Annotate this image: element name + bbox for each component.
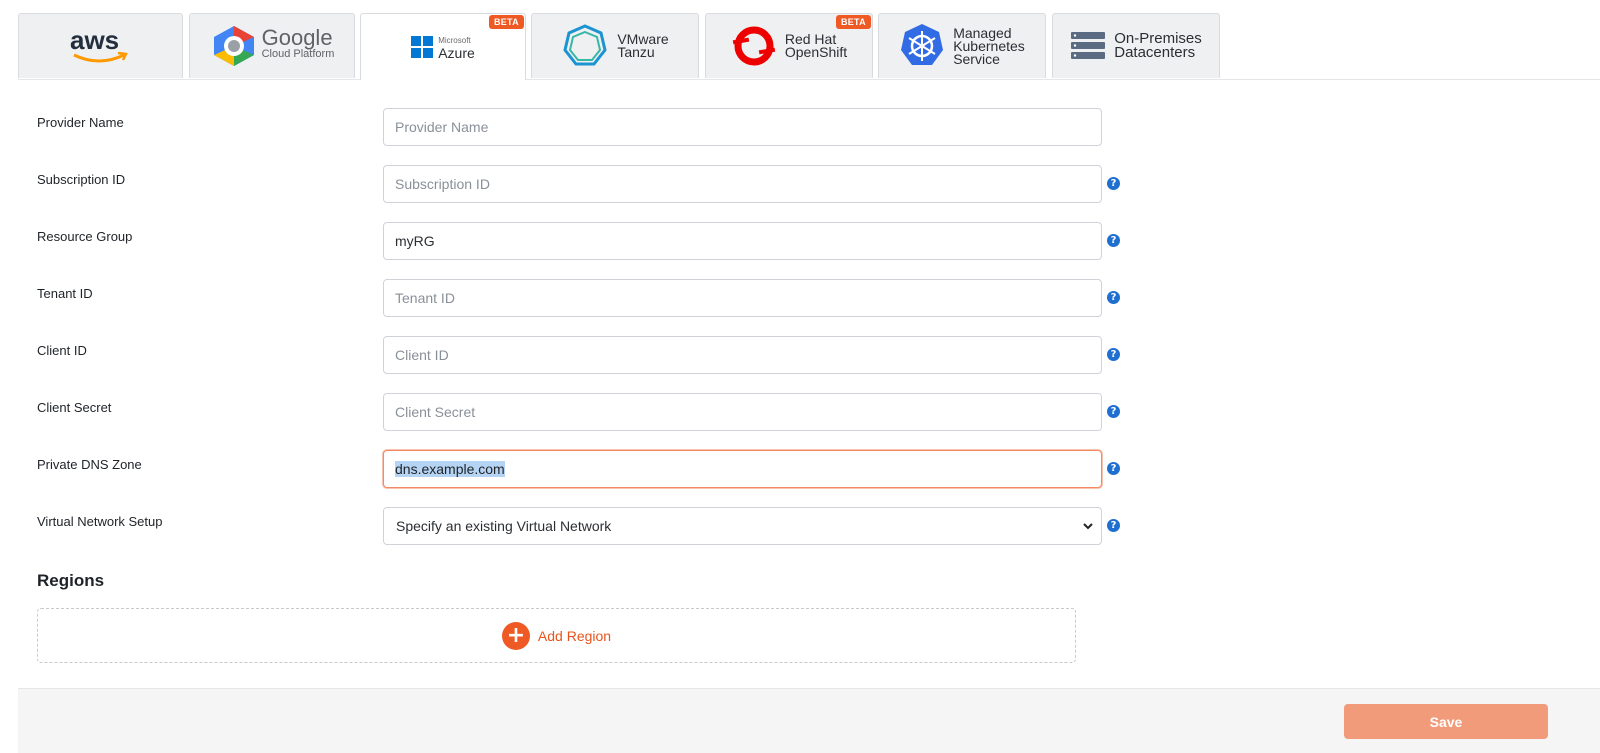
server-rack-icon: [1071, 32, 1106, 59]
help-icon[interactable]: ?: [1107, 234, 1120, 247]
virtual-network-setup-label: Virtual Network Setup: [37, 514, 163, 529]
onprem-label-2: Datacenters: [1114, 44, 1196, 61]
subscription-id-label: Subscription ID: [37, 172, 126, 187]
form-footer: Save: [18, 688, 1600, 753]
help-icon[interactable]: ?: [1107, 177, 1120, 190]
add-region-button[interactable]: + Add Region: [37, 608, 1076, 663]
row-private-dns-zone: Private DNS Zone dns.example.com ?: [37, 450, 1120, 490]
client-id-input[interactable]: [383, 336, 1102, 374]
tanzu-label-2: Tanzu: [617, 44, 655, 60]
tanzu-icon: [563, 24, 607, 66]
regions-heading: Regions: [37, 571, 105, 590]
private-dns-zone-label: Private DNS Zone: [37, 457, 142, 472]
tab-gcp[interactable]: Google Cloud Platform: [189, 13, 355, 78]
microsoft-logo-icon: [411, 36, 434, 58]
help-icon[interactable]: ?: [1107, 462, 1120, 475]
tab-on-premises[interactable]: On-Premises Datacenters: [1052, 13, 1220, 78]
gcp-subtitle: Cloud Platform: [261, 48, 335, 60]
tab-azure[interactable]: BETA Microsoft Azure: [360, 13, 526, 80]
row-resource-group: Resource Group ?: [37, 222, 1120, 262]
azure-title: Azure: [438, 45, 475, 61]
row-client-secret: Client Secret ?: [37, 393, 1120, 433]
tab-aws[interactable]: aws: [18, 13, 183, 78]
google-cloud-icon: [213, 26, 254, 66]
help-icon[interactable]: ?: [1107, 519, 1120, 532]
provider-name-input[interactable]: [383, 108, 1102, 146]
azure-provider-form: Provider Name Subscription ID ? Resource…: [18, 79, 1600, 689]
client-secret-label: Client Secret: [37, 400, 112, 415]
provider-name-label: Provider Name: [37, 115, 124, 130]
subscription-id-input[interactable]: [383, 165, 1102, 203]
help-icon[interactable]: ?: [1107, 405, 1120, 418]
mks-label-3: Service: [953, 50, 1000, 67]
tab-openshift[interactable]: BETA Red Hat OpenShift: [705, 13, 873, 78]
beta-badge: BETA: [488, 15, 524, 29]
row-subscription-id: Subscription ID ?: [37, 165, 1120, 205]
private-dns-zone-input[interactable]: dns.example.com: [383, 450, 1102, 488]
beta-badge: BETA: [835, 15, 871, 29]
openshift-label-2: OpenShift: [784, 44, 848, 60]
openshift-icon: [732, 26, 776, 66]
row-client-id: Client ID ?: [37, 336, 1120, 376]
resource-group-label: Resource Group: [37, 229, 133, 244]
row-tenant-id: Tenant ID ?: [37, 279, 1120, 319]
client-id-label: Client ID: [37, 343, 87, 358]
tab-mks[interactable]: Managed Kubernetes Service: [878, 13, 1046, 78]
virtual-network-setup-select[interactable]: Specify an existing Virtual Network: [383, 507, 1102, 545]
plus-circle-icon: +: [501, 621, 530, 650]
help-icon[interactable]: ?: [1107, 348, 1120, 361]
chevron-down-icon: [1083, 523, 1093, 530]
add-region-label: Add Region: [537, 627, 612, 644]
help-icon[interactable]: ?: [1107, 291, 1120, 304]
row-virtual-network-setup: Virtual Network Setup Specify an existin…: [37, 507, 1120, 547]
resource-group-input[interactable]: [383, 222, 1102, 260]
tab-tanzu[interactable]: VMware Tanzu: [531, 13, 699, 78]
row-provider-name: Provider Name: [37, 108, 1117, 148]
aws-logo-icon: aws: [70, 25, 128, 63]
tenant-id-input[interactable]: [383, 279, 1102, 317]
private-dns-zone-value: dns.example.com: [395, 461, 505, 477]
kubernetes-icon: [901, 24, 944, 65]
save-button[interactable]: Save: [1344, 704, 1548, 739]
virtual-network-setup-value: Specify an existing Virtual Network: [396, 518, 612, 534]
aws-logo-text: aws: [70, 25, 119, 55]
tenant-id-label: Tenant ID: [37, 286, 93, 301]
client-secret-input[interactable]: [383, 393, 1102, 431]
gcp-title: Google: [261, 25, 333, 50]
